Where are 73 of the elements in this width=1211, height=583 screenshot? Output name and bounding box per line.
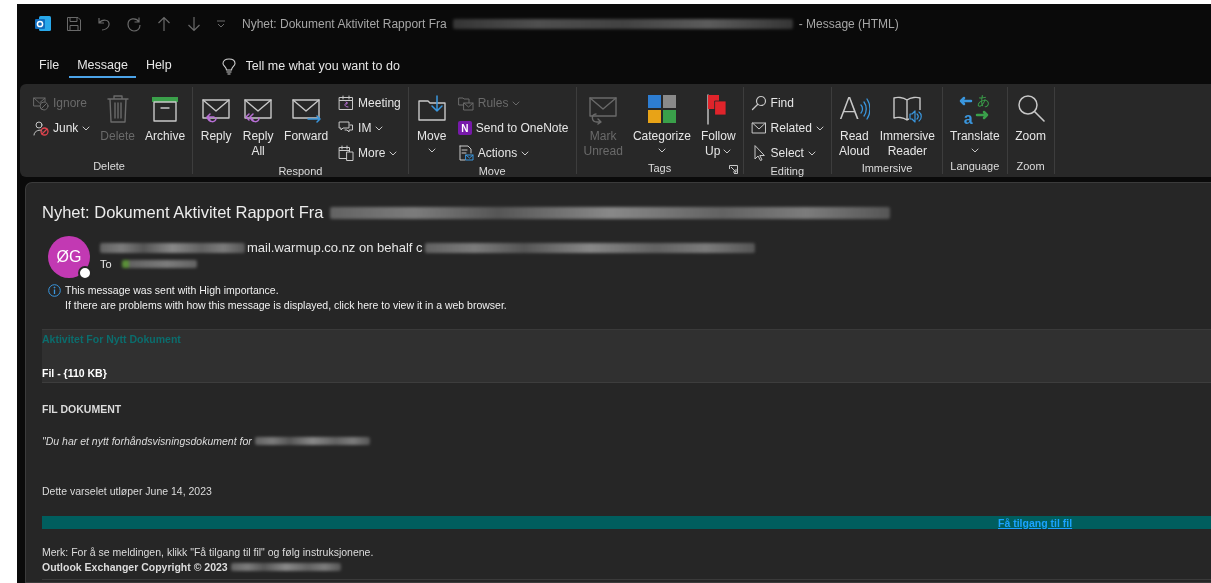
calendar-phone-icon xyxy=(338,145,355,161)
ribbon-button[interactable]: あ a Translate xyxy=(946,90,1004,155)
sender-address: mail.warmup.co.nz on behalf c xyxy=(247,240,423,255)
search-icon xyxy=(750,95,767,111)
email-heading: Aktivitet For Nytt Dokument xyxy=(42,333,182,345)
menu-tab[interactable]: Help xyxy=(137,54,180,78)
ribbon-button[interactable]: Forward xyxy=(280,90,333,146)
ribbon-button[interactable]: Reply xyxy=(196,90,237,146)
group-label: Tags xyxy=(647,161,672,174)
caret-icon xyxy=(970,148,979,153)
message-subject: Nyhet: Dokument Aktivitet Rapport Fra xyxy=(42,203,324,222)
notebook-icon: N xyxy=(457,121,472,135)
group-label: Delete xyxy=(93,159,125,172)
letter-a-icon: A xyxy=(839,94,860,124)
ribbon-small-button[interactable]: Actions xyxy=(453,141,573,165)
ribbon-button[interactable]: Zoom xyxy=(1010,90,1051,146)
lightbulb-icon[interactable] xyxy=(221,57,236,75)
avatar: ØG xyxy=(48,236,90,278)
sound-waves-icon xyxy=(859,97,870,121)
ribbon-button[interactable]: Archive xyxy=(141,90,190,146)
window-title-suffix: - Message (HTML) xyxy=(798,17,899,31)
caret-icon xyxy=(657,148,666,153)
envelope-icon xyxy=(750,120,767,136)
group-label: Move xyxy=(478,165,506,177)
ribbon-button[interactable]: Follow Up xyxy=(696,90,740,161)
ribbon-small-button[interactable]: Find xyxy=(746,91,828,115)
ribbon-small-button[interactable]: More xyxy=(334,141,405,165)
ribbon-button[interactable]: Reply All xyxy=(238,90,279,161)
dialog-launcher-icon[interactable] xyxy=(728,165,738,174)
outlook-logo-icon[interactable] xyxy=(34,15,52,33)
group-label: Editing xyxy=(770,165,805,177)
info-icon xyxy=(48,284,61,297)
group-label: Zoom xyxy=(1016,159,1045,172)
down-arrow-icon[interactable] xyxy=(186,16,202,32)
to-label: To xyxy=(100,258,112,270)
ribbon-small-button[interactable]: Select xyxy=(746,141,828,165)
customize-icon[interactable] xyxy=(216,20,226,28)
notice-text: If there are problems with how this message is displayed, click here to view it in a web browser. xyxy=(65,299,507,311)
group-label: Respond xyxy=(278,165,323,177)
redo-icon[interactable] xyxy=(126,16,142,32)
file-size-text: Fil - {110 KB} xyxy=(42,367,108,379)
save-icon[interactable] xyxy=(66,16,82,32)
ribbon-button[interactable]: A Read Aloud xyxy=(834,90,874,161)
folder-envelope-icon xyxy=(457,95,474,111)
document-envelope-icon xyxy=(457,145,474,161)
menu-tab[interactable]: Message xyxy=(69,54,136,78)
calendar-icon xyxy=(338,95,355,111)
up-arrow-icon[interactable] xyxy=(156,16,172,32)
ribbon-button[interactable]: Immersive Reader xyxy=(875,90,939,161)
group-label: Language xyxy=(950,159,1000,172)
ribbon-button[interactable]: Move xyxy=(411,90,452,155)
tell-me-search-field[interactable]: Tell me what you want to do xyxy=(245,59,446,73)
ribbon-small-button[interactable]: N Send to OneNote xyxy=(453,116,573,140)
person-blocked-icon xyxy=(33,120,49,136)
notice-text: This message was sent with High importance. xyxy=(65,284,280,296)
color-grid-icon xyxy=(645,93,678,125)
section-heading: FIL DOKUMENT xyxy=(42,403,123,415)
menu-tab[interactable]: File xyxy=(31,54,68,78)
expiry-text: Dette varselet utløper June 14, 2023 xyxy=(42,485,213,497)
presence-dot xyxy=(78,266,92,280)
ribbon-small-button[interactable]: Meeting xyxy=(334,91,405,115)
caret-icon xyxy=(427,148,436,153)
note-text: Merk: For å se meldingen, klikk "Få tilgang til fil" og følg instruksjonene. xyxy=(42,546,375,558)
window-title: Nyhet: Dokument Aktivitet Rapport Fra xyxy=(242,17,447,31)
intro-text: "Du har et nytt forhåndsvisningsdokument for xyxy=(42,435,252,447)
ribbon-button[interactable]: Categorize xyxy=(628,90,695,155)
envelope-slash-icon xyxy=(33,95,49,111)
group-label: Immersive xyxy=(861,161,913,174)
ribbon-small-button[interactable]: Related xyxy=(746,116,828,140)
ribbon-small-button[interactable]: Junk xyxy=(29,116,95,140)
copyright-text: Outlook Exchanger Copyright © 2023 xyxy=(42,561,228,573)
undo-icon[interactable] xyxy=(96,16,112,32)
ribbon-small-button[interactable]: IM xyxy=(334,116,405,140)
